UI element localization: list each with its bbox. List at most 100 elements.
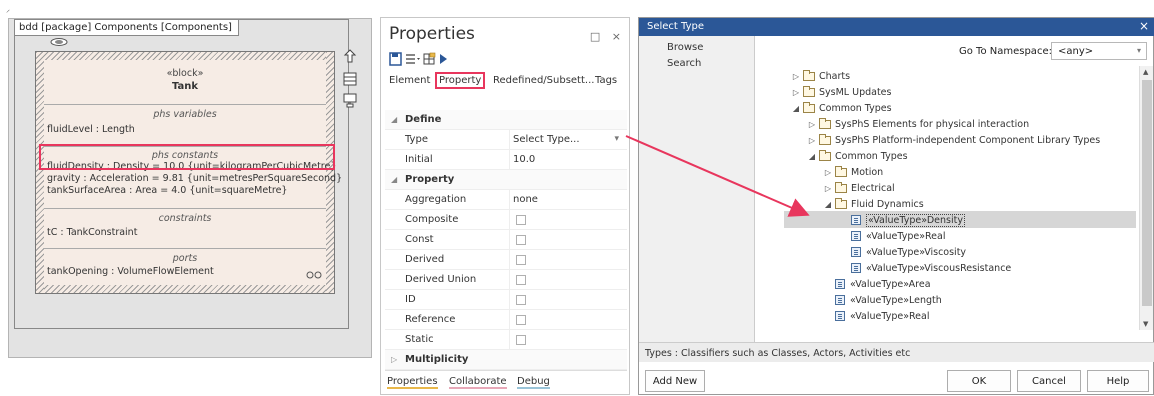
section-define[interactable]: ◢ Define — [385, 110, 627, 130]
tree-item-charts[interactable]: ▷ Charts — [791, 68, 850, 84]
tree-item-length[interactable]: «ValueType»Length — [835, 292, 942, 308]
arrow-up-icon[interactable] — [343, 49, 357, 63]
diagram-canvas[interactable]: bdd [package] Components [Components] «b… — [8, 18, 372, 358]
section-multiplicity[interactable]: ▷ Multiplicity — [385, 350, 627, 370]
row-initial[interactable]: Initial 10.0 — [385, 150, 627, 170]
chevron-down-icon[interactable]: ▾ — [614, 134, 619, 144]
block-expand-icon[interactable] — [343, 93, 357, 108]
constraint-row[interactable]: tC : TankConstraint — [44, 227, 326, 239]
const-checkbox[interactable] — [516, 235, 526, 245]
port-row[interactable]: tankOpening : VolumeFlowElement — [44, 266, 326, 278]
add-new-button[interactable]: Add New — [645, 370, 705, 392]
tree-item-motion[interactable]: ▷ Motion — [823, 164, 883, 180]
dialog-button-bar: Add New OK Cancel Help — [639, 362, 1154, 396]
collapse-icon[interactable]: ◢ — [791, 104, 801, 113]
expand-icon[interactable]: ▷ — [823, 184, 833, 193]
tree-item-common-types[interactable]: ◢ Common Types — [791, 100, 892, 116]
expand-icon[interactable]: ▷ — [807, 136, 817, 145]
tab-redefined-subsetted[interactable]: Redefined/Subsett... — [493, 75, 594, 86]
tree-item-electrical[interactable]: ▷ Electrical — [823, 180, 895, 196]
maximize-icon[interactable]: □ — [590, 30, 600, 43]
help-button[interactable]: Help — [1087, 370, 1149, 392]
tab-property[interactable]: Property — [435, 72, 486, 89]
tab-collaborate[interactable]: Collaborate — [449, 376, 507, 389]
collapse-icon[interactable]: ◢ — [807, 152, 817, 161]
id-checkbox[interactable] — [516, 295, 526, 305]
composite-checkbox[interactable] — [516, 215, 526, 225]
scroll-down-icon[interactable]: ▼ — [1143, 320, 1148, 328]
row-type[interactable]: Type Select Type... ▾ — [385, 130, 627, 150]
tree-item-sysphs-elements[interactable]: ▷ SysPhS Elements for physical interactio… — [807, 116, 1029, 132]
divider — [509, 250, 510, 270]
expand-icon[interactable]: ▷ — [791, 88, 801, 97]
save-icon[interactable] — [389, 52, 402, 66]
expand-icon[interactable]: ▷ — [791, 72, 801, 81]
tree-item-area[interactable]: «ValueType»Area — [835, 276, 931, 292]
select-type-dialog: Select Type × Browse Search Go To Namesp… — [638, 17, 1154, 395]
expand-icon[interactable]: ▷ — [807, 120, 817, 129]
row-const[interactable]: Const — [385, 230, 627, 250]
close-icon[interactable]: × — [612, 30, 621, 43]
aggregation-value[interactable]: none — [513, 194, 538, 205]
section-property[interactable]: ◢ Property — [385, 170, 627, 190]
attribute-row[interactable]: fluidLevel : Length — [44, 124, 326, 136]
derived-union-checkbox[interactable] — [516, 275, 526, 285]
tree-item-real[interactable]: «ValueType»Real — [851, 228, 946, 244]
cancel-button[interactable]: Cancel — [1017, 370, 1081, 392]
tree-item-common-types-nested[interactable]: ◢ Common Types — [807, 148, 908, 164]
folder-icon — [835, 165, 847, 177]
initial-value[interactable]: 10.0 — [513, 154, 535, 165]
derived-checkbox[interactable] — [516, 255, 526, 265]
close-icon[interactable]: × — [1139, 19, 1149, 33]
ok-button[interactable]: OK — [947, 370, 1011, 392]
tab-element[interactable]: Element — [389, 75, 430, 86]
tree-item-density[interactable]: «ValueType»Density — [851, 212, 965, 228]
valuetype-icon — [835, 295, 845, 305]
scroll-up-icon[interactable]: ▲ — [1143, 68, 1148, 76]
collapse-icon[interactable]: ◢ — [823, 200, 833, 209]
row-derived[interactable]: Derived — [385, 250, 627, 270]
type-value[interactable]: Select Type... — [513, 134, 580, 145]
tab-debug[interactable]: Debug — [517, 376, 550, 389]
folder-icon — [835, 197, 847, 209]
nav-search[interactable]: Search — [667, 58, 701, 69]
dialog-titlebar[interactable]: Select Type × — [639, 18, 1154, 36]
expand-icon[interactable]: ▷ — [391, 355, 397, 364]
tree-item-sysml-updates[interactable]: ▷ SysML Updates — [791, 84, 891, 100]
row-aggregation[interactable]: Aggregation none — [385, 190, 627, 210]
tank-block[interactable]: «block» Tank phs variables fluidLevel : … — [35, 51, 342, 294]
tree-item-sysphs-platform[interactable]: ▷ SysPhS Platform-independent Component L… — [807, 132, 1100, 148]
attribute-row[interactable]: gravity : Acceleration = 9.81 {unit=metr… — [44, 173, 342, 185]
tree-item-real-2[interactable]: «ValueType»Real — [835, 308, 930, 324]
collapse-icon[interactable]: ◢ — [391, 115, 397, 124]
tree-item-viscosity[interactable]: «ValueType»Viscosity — [851, 244, 966, 260]
attribute-row[interactable]: tankSurfaceArea : Area = 4.0 {unit=squar… — [44, 185, 326, 197]
collapse-icon[interactable]: ◢ — [391, 175, 397, 184]
row-static[interactable]: Static — [385, 330, 627, 350]
valuetype-icon — [851, 215, 861, 225]
row-composite[interactable]: Composite — [385, 210, 627, 230]
row-id[interactable]: ID — [385, 290, 627, 310]
row-label: Static — [405, 334, 434, 345]
row-reference[interactable]: Reference — [385, 310, 627, 330]
play-icon[interactable] — [440, 54, 447, 64]
row-derived-union[interactable]: Derived Union — [385, 270, 627, 290]
tree-item-viscous-resistance[interactable]: «ValueType»ViscousResistance — [851, 260, 1011, 276]
tree-scrollbar[interactable]: ▲ ▼ — [1139, 66, 1153, 330]
expand-icon[interactable]: ▷ — [823, 168, 833, 177]
namespace-select[interactable]: <any> ▾ — [1051, 42, 1147, 60]
tree-item-fluid-dynamics[interactable]: ◢ Fluid Dynamics — [823, 196, 924, 212]
compartment-list-icon[interactable] — [343, 72, 357, 86]
nav-browse[interactable]: Browse — [667, 42, 703, 53]
scroll-thumb[interactable] — [1142, 80, 1152, 306]
namespace-value: <any> — [1058, 46, 1094, 57]
reference-checkbox[interactable] — [516, 315, 526, 325]
static-checkbox[interactable] — [516, 335, 526, 345]
tab-properties[interactable]: Properties — [387, 376, 438, 389]
panel-controls: □ × — [590, 30, 621, 43]
tree-label: SysPhS Platform-independent Component Li… — [835, 134, 1101, 146]
grid-icon[interactable] — [423, 52, 436, 65]
menu-icon[interactable] — [406, 54, 420, 64]
fluid-density-highlight — [39, 144, 335, 170]
tab-tags[interactable]: Tags — [595, 75, 617, 86]
